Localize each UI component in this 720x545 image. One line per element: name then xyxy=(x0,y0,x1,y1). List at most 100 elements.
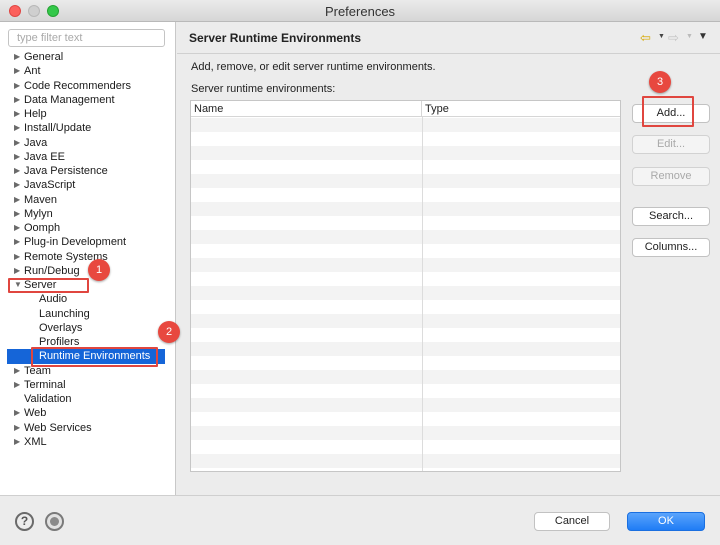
tree-item-general[interactable]: ▶ General xyxy=(0,50,176,64)
import-export-icon[interactable] xyxy=(45,512,64,531)
tree-item-label: Java Persistence xyxy=(24,165,108,177)
tree-item-label: Audio xyxy=(39,293,68,306)
tree-item-install-update[interactable]: ▶ Install/Update xyxy=(0,121,176,135)
tree-item-maven[interactable]: ▶ Maven xyxy=(0,193,176,207)
back-arrow-icon[interactable]: ⇦ xyxy=(640,30,651,46)
twisty-collapsed-icon[interactable]: ▶ xyxy=(14,378,22,392)
remove-button[interactable]: Remove xyxy=(632,167,710,186)
twisty-collapsed-icon[interactable]: ▶ xyxy=(14,421,22,435)
tree-item-validation[interactable]: Validation xyxy=(0,392,176,406)
column-divider xyxy=(422,117,423,471)
callout-badge-1: 1 xyxy=(88,259,110,281)
tree-item-web-services[interactable]: ▶ Web Services xyxy=(0,421,176,435)
column-header-type[interactable]: Type xyxy=(422,101,620,117)
cancel-button[interactable]: Cancel xyxy=(534,512,610,531)
twisty-collapsed-icon[interactable]: ▶ xyxy=(14,164,22,178)
preferences-window: Preferences ▶General▶Ant▶Code Recommende… xyxy=(0,0,720,545)
tree-item-help[interactable]: ▶ Help xyxy=(0,107,176,121)
tree-item-java-ee[interactable]: ▶ Java EE xyxy=(0,150,176,164)
tree-item-java[interactable]: ▶ Java xyxy=(0,136,176,150)
table-body xyxy=(191,118,620,471)
tree-item-label: General xyxy=(24,51,64,63)
help-icon[interactable]: ? xyxy=(15,512,34,531)
twisty-collapsed-icon[interactable]: ▶ xyxy=(14,178,22,192)
tree-item-label: JavaScript xyxy=(24,179,76,192)
tree-item-javascript[interactable]: ▶ JavaScript xyxy=(0,178,176,192)
twisty-collapsed-icon[interactable]: ▶ xyxy=(14,207,22,221)
callout-box-runtime-environments xyxy=(31,347,158,367)
column-header-name[interactable]: Name xyxy=(191,101,422,117)
filter-input[interactable] xyxy=(8,29,165,47)
tree-item-remote-systems[interactable]: ▶ Remote Systems xyxy=(0,250,176,264)
tree-item-label: Launching xyxy=(39,307,90,320)
tree-item-label: Oomph xyxy=(24,222,61,234)
tree-item-label: XML xyxy=(24,435,47,448)
callout-box-add xyxy=(642,96,694,127)
tree-item-launching[interactable]: Launching xyxy=(0,307,176,321)
view-menu-icon[interactable]: ▼ xyxy=(698,31,708,42)
tree-item-terminal[interactable]: ▶ Terminal xyxy=(0,378,176,392)
tree-item-web[interactable]: ▶ Web xyxy=(0,406,176,420)
twisty-collapsed-icon[interactable]: ▶ xyxy=(14,93,22,107)
tree-item-label: Ant xyxy=(24,65,41,78)
tree-item-mylyn[interactable]: ▶ Mylyn xyxy=(0,207,176,221)
twisty-collapsed-icon[interactable]: ▶ xyxy=(14,121,22,135)
callout-badge-2: 2 xyxy=(158,321,180,343)
twisty-collapsed-icon[interactable]: ▶ xyxy=(14,264,22,278)
tree-item-label: Mylyn xyxy=(24,207,53,220)
page-header: Server Runtime Environments ⇦ ▼ ⇨ ▼ ▼ xyxy=(177,22,720,54)
twisty-collapsed-icon[interactable]: ▶ xyxy=(14,136,22,150)
twisty-collapsed-icon[interactable]: ▶ xyxy=(14,221,22,235)
tree-item-label: Plug-in Development xyxy=(24,236,127,249)
forward-dropdown-icon[interactable]: ▼ xyxy=(686,33,693,40)
preference-page: Server Runtime Environments ⇦ ▼ ⇨ ▼ ▼ Ad… xyxy=(177,22,720,495)
search-button[interactable]: Search... xyxy=(632,207,710,226)
twisty-collapsed-icon[interactable]: ▶ xyxy=(14,406,22,420)
tree-item-label: Validation xyxy=(24,393,72,405)
page-title: Server Runtime Environments xyxy=(189,31,362,45)
tree-item-ant[interactable]: ▶ Ant xyxy=(0,64,176,78)
tree-item-label: Maven xyxy=(24,193,58,206)
table-label: Server runtime environments: xyxy=(191,83,336,95)
tree-item-label: Data Management xyxy=(24,93,115,106)
tree-item-data-management[interactable]: ▶ Data Management xyxy=(0,93,176,107)
tree-item-oomph[interactable]: ▶ Oomph xyxy=(0,221,176,235)
page-description: Add, remove, or edit server runtime envi… xyxy=(191,61,436,73)
preferences-tree-panel: ▶General▶Ant▶Code Recommenders▶Data Mana… xyxy=(0,22,176,495)
tree-item-label: Web Services xyxy=(24,421,92,434)
tree-item-label: Java xyxy=(24,136,48,149)
twisty-collapsed-icon[interactable]: ▶ xyxy=(14,193,22,207)
back-dropdown-icon[interactable]: ▼ xyxy=(658,33,665,40)
window-title: Preferences xyxy=(324,4,396,19)
columns-button[interactable]: Columns... xyxy=(632,238,710,257)
forward-arrow-icon[interactable]: ⇨ xyxy=(668,30,679,46)
runtime-environments-table[interactable]: Name Type xyxy=(190,100,621,472)
twisty-collapsed-icon[interactable]: ▶ xyxy=(14,364,22,378)
twisty-collapsed-icon[interactable]: ▶ xyxy=(14,50,22,64)
tree-item-label: Run/Debug xyxy=(24,264,80,277)
twisty-collapsed-icon[interactable]: ▶ xyxy=(14,235,22,249)
tree-item-java-persistence[interactable]: ▶ Java Persistence xyxy=(0,164,176,178)
twisty-collapsed-icon[interactable]: ▶ xyxy=(14,79,22,93)
twisty-collapsed-icon[interactable]: ▶ xyxy=(14,150,22,164)
twisty-collapsed-icon[interactable]: ▶ xyxy=(14,435,22,449)
twisty-collapsed-icon[interactable]: ▶ xyxy=(14,64,22,78)
tree-item-plug-in-development[interactable]: ▶ Plug-in Development xyxy=(0,235,176,249)
edit-button[interactable]: Edit... xyxy=(632,135,710,154)
dialog-footer: ? Cancel OK xyxy=(0,495,720,545)
tree-item-label: Terminal xyxy=(24,378,66,391)
title-bar: Preferences xyxy=(0,0,720,22)
tree-item-xml[interactable]: ▶ XML xyxy=(0,435,176,449)
callout-badge-3: 3 xyxy=(649,71,671,93)
callout-box-server xyxy=(8,278,89,293)
tree-item-label: Overlays xyxy=(39,321,83,334)
tree-item-label: Web xyxy=(24,407,47,420)
twisty-collapsed-icon[interactable]: ▶ xyxy=(14,107,22,121)
tree-item-audio[interactable]: Audio xyxy=(0,292,176,306)
twisty-collapsed-icon[interactable]: ▶ xyxy=(14,250,22,264)
ok-button[interactable]: OK xyxy=(627,512,705,531)
tree-item-label: Install/Update xyxy=(24,122,92,135)
tree-item-code-recommenders[interactable]: ▶ Code Recommenders xyxy=(0,79,176,93)
tree-item-overlays[interactable]: Overlays xyxy=(0,321,176,335)
tree-item-label: Help xyxy=(24,108,47,120)
